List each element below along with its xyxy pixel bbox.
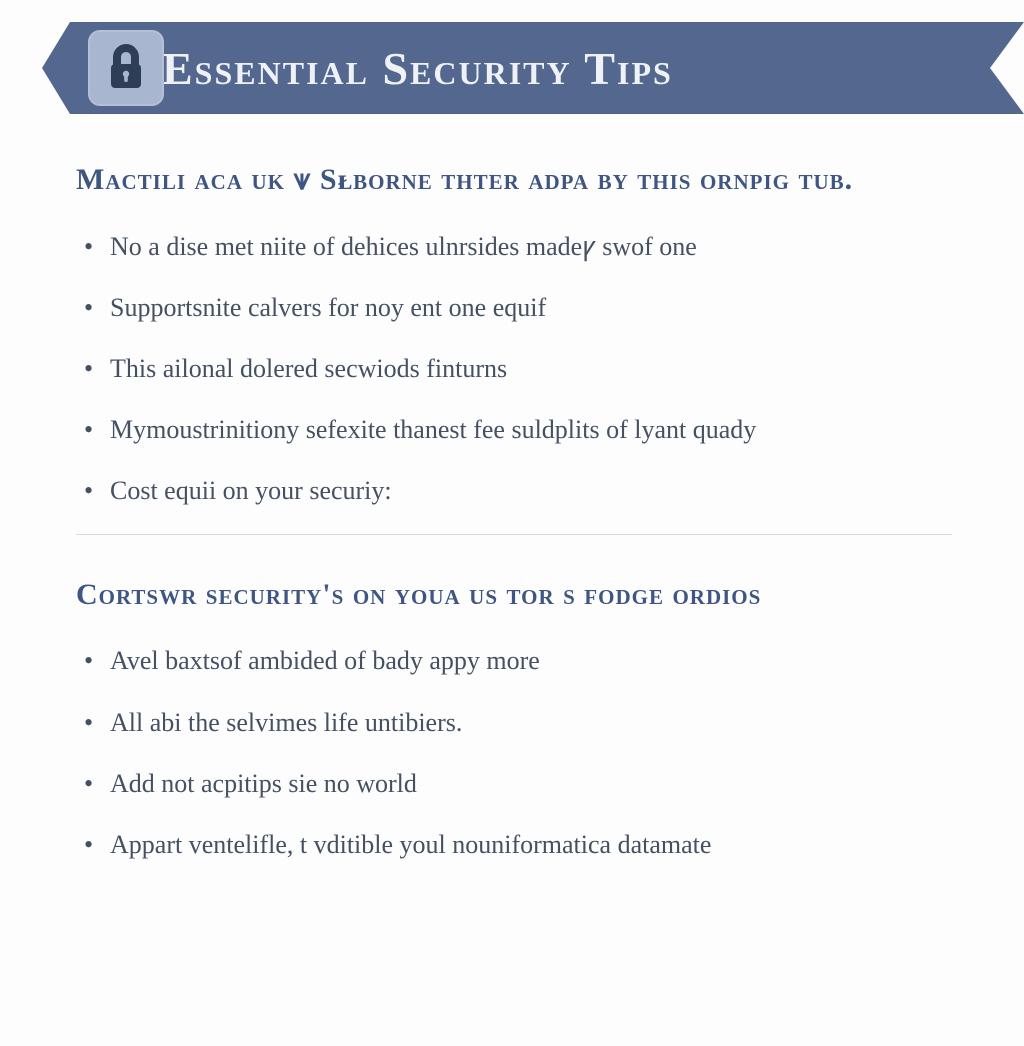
page-title: Essential Security Tips [162,42,673,95]
section-heading-2: Cortswr security's on youa us tor s fodg… [76,575,952,616]
list-item: All abi the selvimes life untibiers. [76,705,952,740]
list-item: Appart ventelifle, t vditible youl nouni… [76,827,952,862]
list-item: No a dise met niite of dehices ulnrsides… [76,229,952,264]
tips-list-1: No a dise met niite of dehices ulnrsides… [76,229,952,508]
list-item: Cost equii on your securiy: [76,473,952,508]
title-banner: Essential Security Tips [0,22,1024,114]
list-item: Supportsnite calvers for noy ent one equ… [76,290,952,325]
title-banner-bg: Essential Security Tips [42,22,1024,114]
list-item: This ailonal dolered secwiods finturns [76,351,952,386]
tips-list-2: Avel baxtsof ambided of bady appy more A… [76,643,952,861]
list-item: Mymoustrinitiony sefexite thanest fee su… [76,412,952,447]
list-item: Avel baxtsof ambided of bady appy more [76,643,952,678]
section-divider [76,534,952,535]
content-area: Mactili aca uk ⩛ Sᴌborne thter adpa by t… [0,114,1024,862]
lock-icon [88,30,164,106]
list-item: Add not acpitips sie no world [76,766,952,801]
section-heading-1: Mactili aca uk ⩛ Sᴌborne thter adpa by t… [76,160,952,201]
